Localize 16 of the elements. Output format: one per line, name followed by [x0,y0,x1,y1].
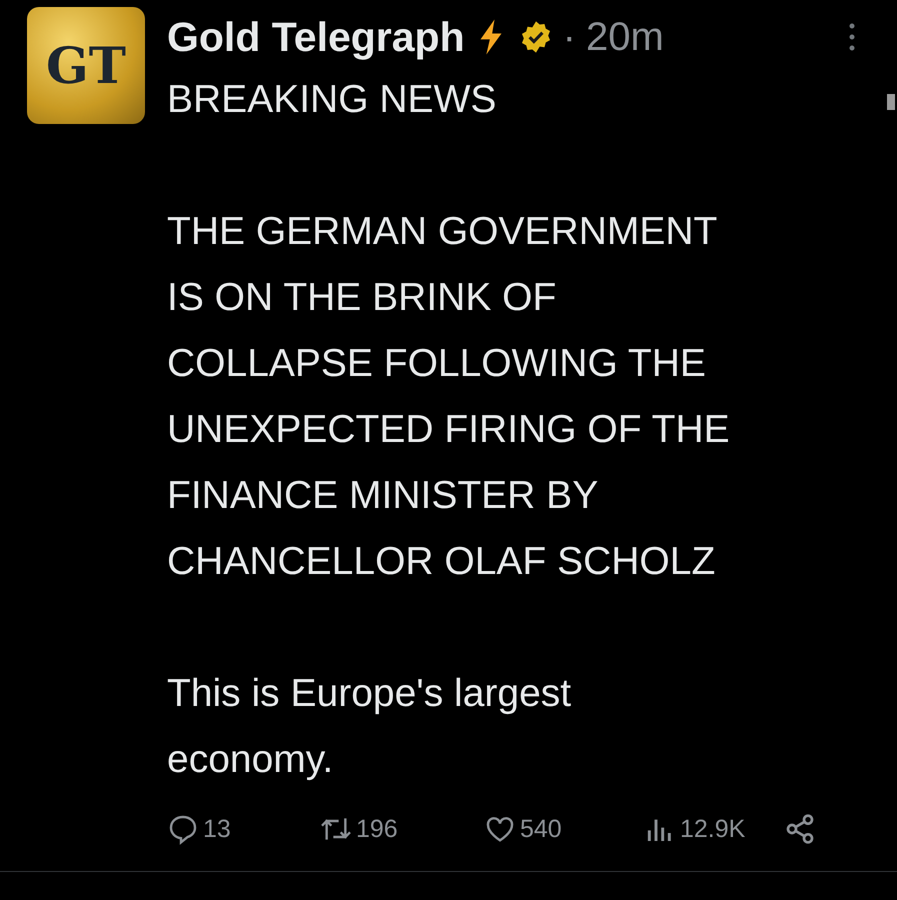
action-count: 540 [520,814,562,844]
scrollbar-thumb[interactable] [887,94,895,110]
post-time[interactable]: 20m [586,14,664,60]
avatar-logo-text: GT [46,36,126,95]
action-count: 196 [356,814,398,844]
reply-icon[interactable] [167,813,199,845]
author-name[interactable]: Gold Telegraph [167,14,465,60]
post-text: BREAKING NEWS [167,77,496,123]
action-count: 12.9K [680,814,746,844]
post-text: THE GERMAN GOVERNMENT IS ON THE BRINK OF COLLAPSE FOLLOWING THE UNEXPECTED FIRING OF THE FINANCE MINISTER BY CHANCELLOR OLAF SCHOLZ [167,209,730,585]
action-count: 13 [203,814,231,844]
separator-dot: · [562,14,576,60]
avatar[interactable]: GT [27,7,145,124]
more-icon[interactable] [849,22,855,52]
share-icon[interactable] [784,813,816,845]
post-text: This is Europe's largest economy. [167,671,572,783]
